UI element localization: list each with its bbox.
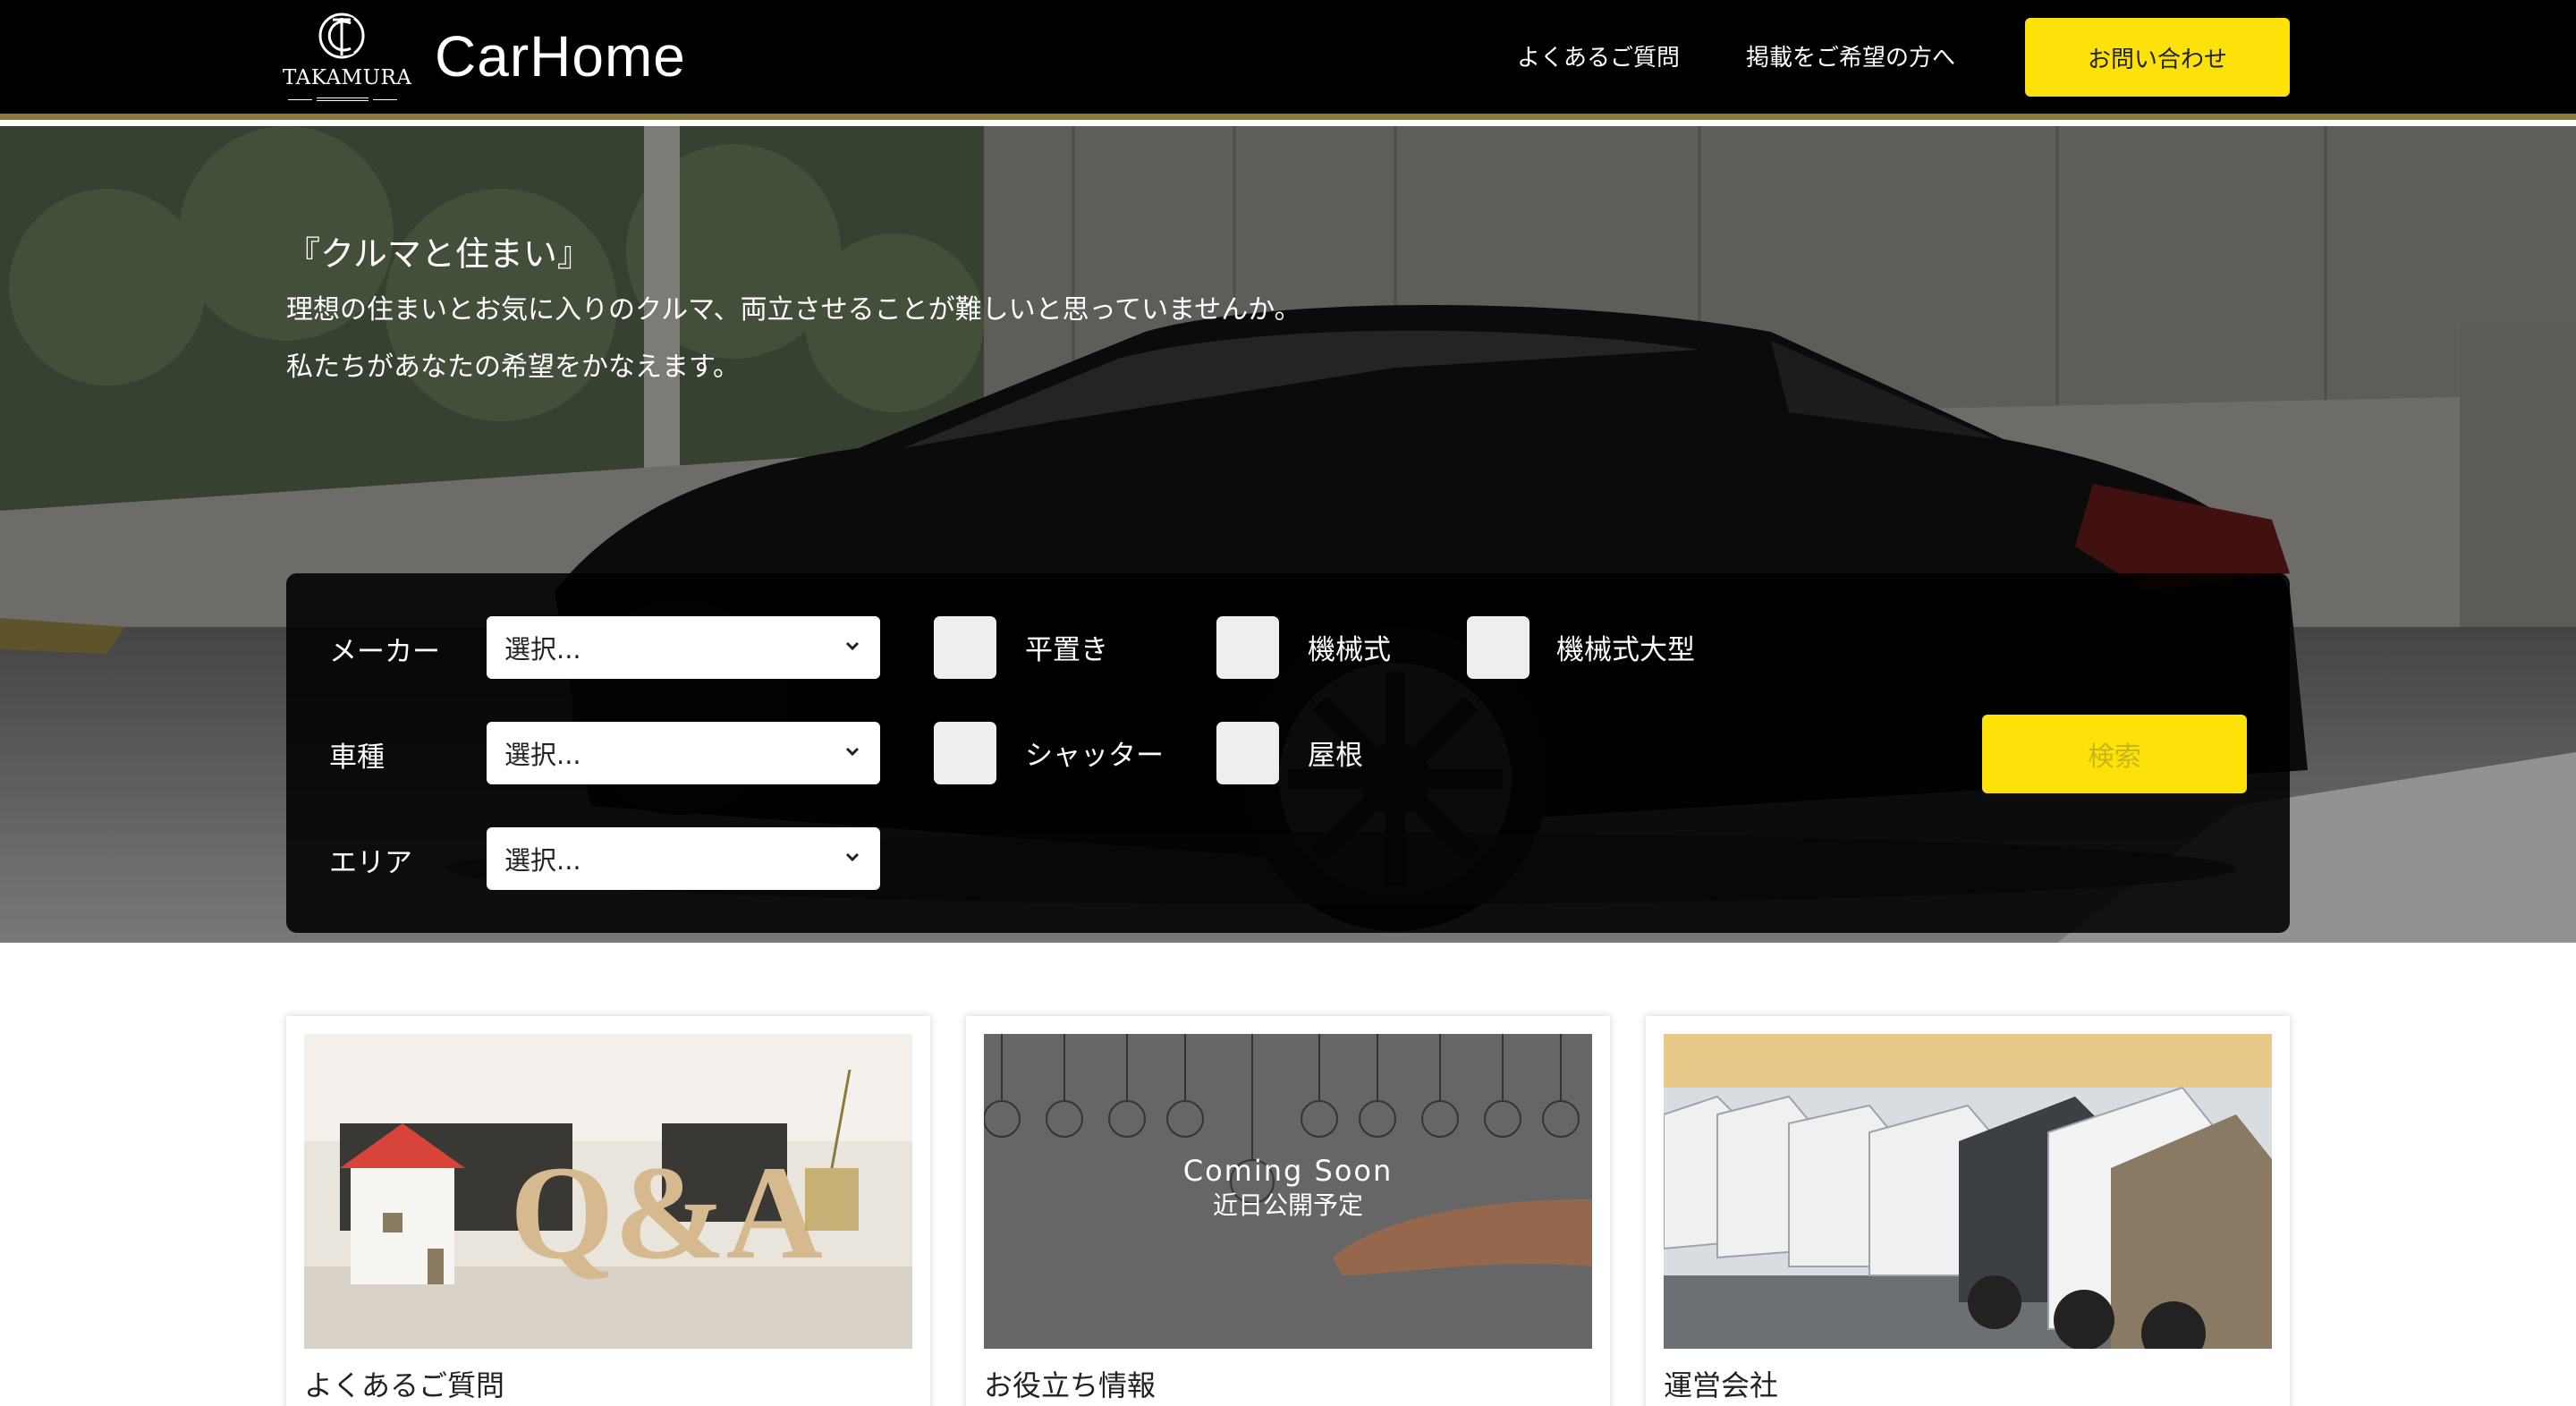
maker-select[interactable]: 選択... — [487, 616, 880, 679]
type-label: 車種 — [329, 741, 385, 774]
hero-tagline-2: 私たちがあなたの希望をかなえます。 — [286, 352, 740, 383]
type-select-value: 選択... — [504, 740, 581, 770]
checkbox-roof[interactable] — [1216, 722, 1279, 784]
coming-soon-text: Coming Soon — [1182, 1154, 1394, 1188]
card-faq-title: よくあるご質問 — [304, 1368, 505, 1402]
hero-tagline-1: 理想の住まいとお気に入りのクルマ、両立させることが難しいと思っていませんか。 — [286, 294, 1301, 326]
card-faq-image: Q&A — [304, 1034, 912, 1349]
checkbox-mechanical-large-label: 機械式大型 — [1556, 634, 1695, 666]
card-company[interactable]: 運営会社 — [1646, 1016, 2290, 1406]
search-button[interactable]: 検索 — [1982, 715, 2247, 793]
type-select[interactable]: 選択... — [487, 722, 880, 784]
takamura-logo[interactable]: TAKAMURA — [283, 11, 412, 107]
maker-label: メーカー — [329, 636, 440, 668]
site-header: TAKAMURA CarHome よくあるご質問 掲載をご希望の方へ お問い合わ… — [0, 0, 2576, 120]
hero-title: 『クルマと住まい』 — [286, 234, 591, 274]
logo-wordmark: TAKAMURA — [283, 66, 412, 89]
card-tips-image: Coming Soon 近日公開予定 — [984, 1034, 1592, 1349]
hero-section: 『クルマと住まい』 理想の住まいとお気に入りのクルマ、両立させることが難しいと思… — [0, 126, 2576, 943]
logo-emblem-icon — [318, 13, 365, 59]
checkbox-mechanical-large[interactable] — [1467, 616, 1530, 679]
checkbox-flat[interactable] — [934, 616, 996, 679]
card-company-image — [1664, 1034, 2272, 1349]
card-tips-title: お役立ち情報 — [984, 1368, 1157, 1402]
checkbox-mechanical[interactable] — [1216, 616, 1279, 679]
nav-faq-link[interactable]: よくあるご質問 — [1517, 39, 1680, 72]
contact-button[interactable]: お問い合わせ — [2025, 18, 2290, 97]
card-faq[interactable]: Q&A よくあるご質問 — [286, 1016, 930, 1406]
maker-select-value: 選択... — [504, 634, 581, 665]
checkbox-roof-label: 屋根 — [1308, 740, 1363, 772]
logo-subline — [288, 93, 397, 106]
brand-title[interactable]: CarHome — [435, 23, 686, 89]
area-select[interactable]: 選択... — [487, 827, 880, 890]
chevron-down-icon — [845, 852, 860, 862]
checkbox-shutter-label: シャッター — [1025, 740, 1164, 772]
card-tips[interactable]: Coming Soon 近日公開予定 お役立ち情報 — [966, 1016, 1610, 1406]
card-company-title: 運営会社 — [1664, 1368, 1779, 1402]
checkbox-mechanical-label: 機械式 — [1308, 634, 1391, 666]
area-label: エリア — [329, 847, 412, 879]
chevron-down-icon — [845, 641, 860, 651]
coming-soon-jp-text: 近日公開予定 — [1212, 1190, 1363, 1220]
card-faq-image-text: Q&A — [510, 1139, 823, 1287]
checkbox-flat-label: 平置き — [1025, 634, 1108, 666]
area-select-value: 選択... — [504, 845, 581, 876]
nav-listing-link[interactable]: 掲載をご希望の方へ — [1746, 39, 1955, 72]
search-panel: メーカー 選択... 車種 選択... エリア 選択... 平置き 機械式 機械… — [286, 573, 2290, 933]
chevron-down-icon — [845, 747, 860, 757]
checkbox-shutter[interactable] — [934, 722, 996, 784]
